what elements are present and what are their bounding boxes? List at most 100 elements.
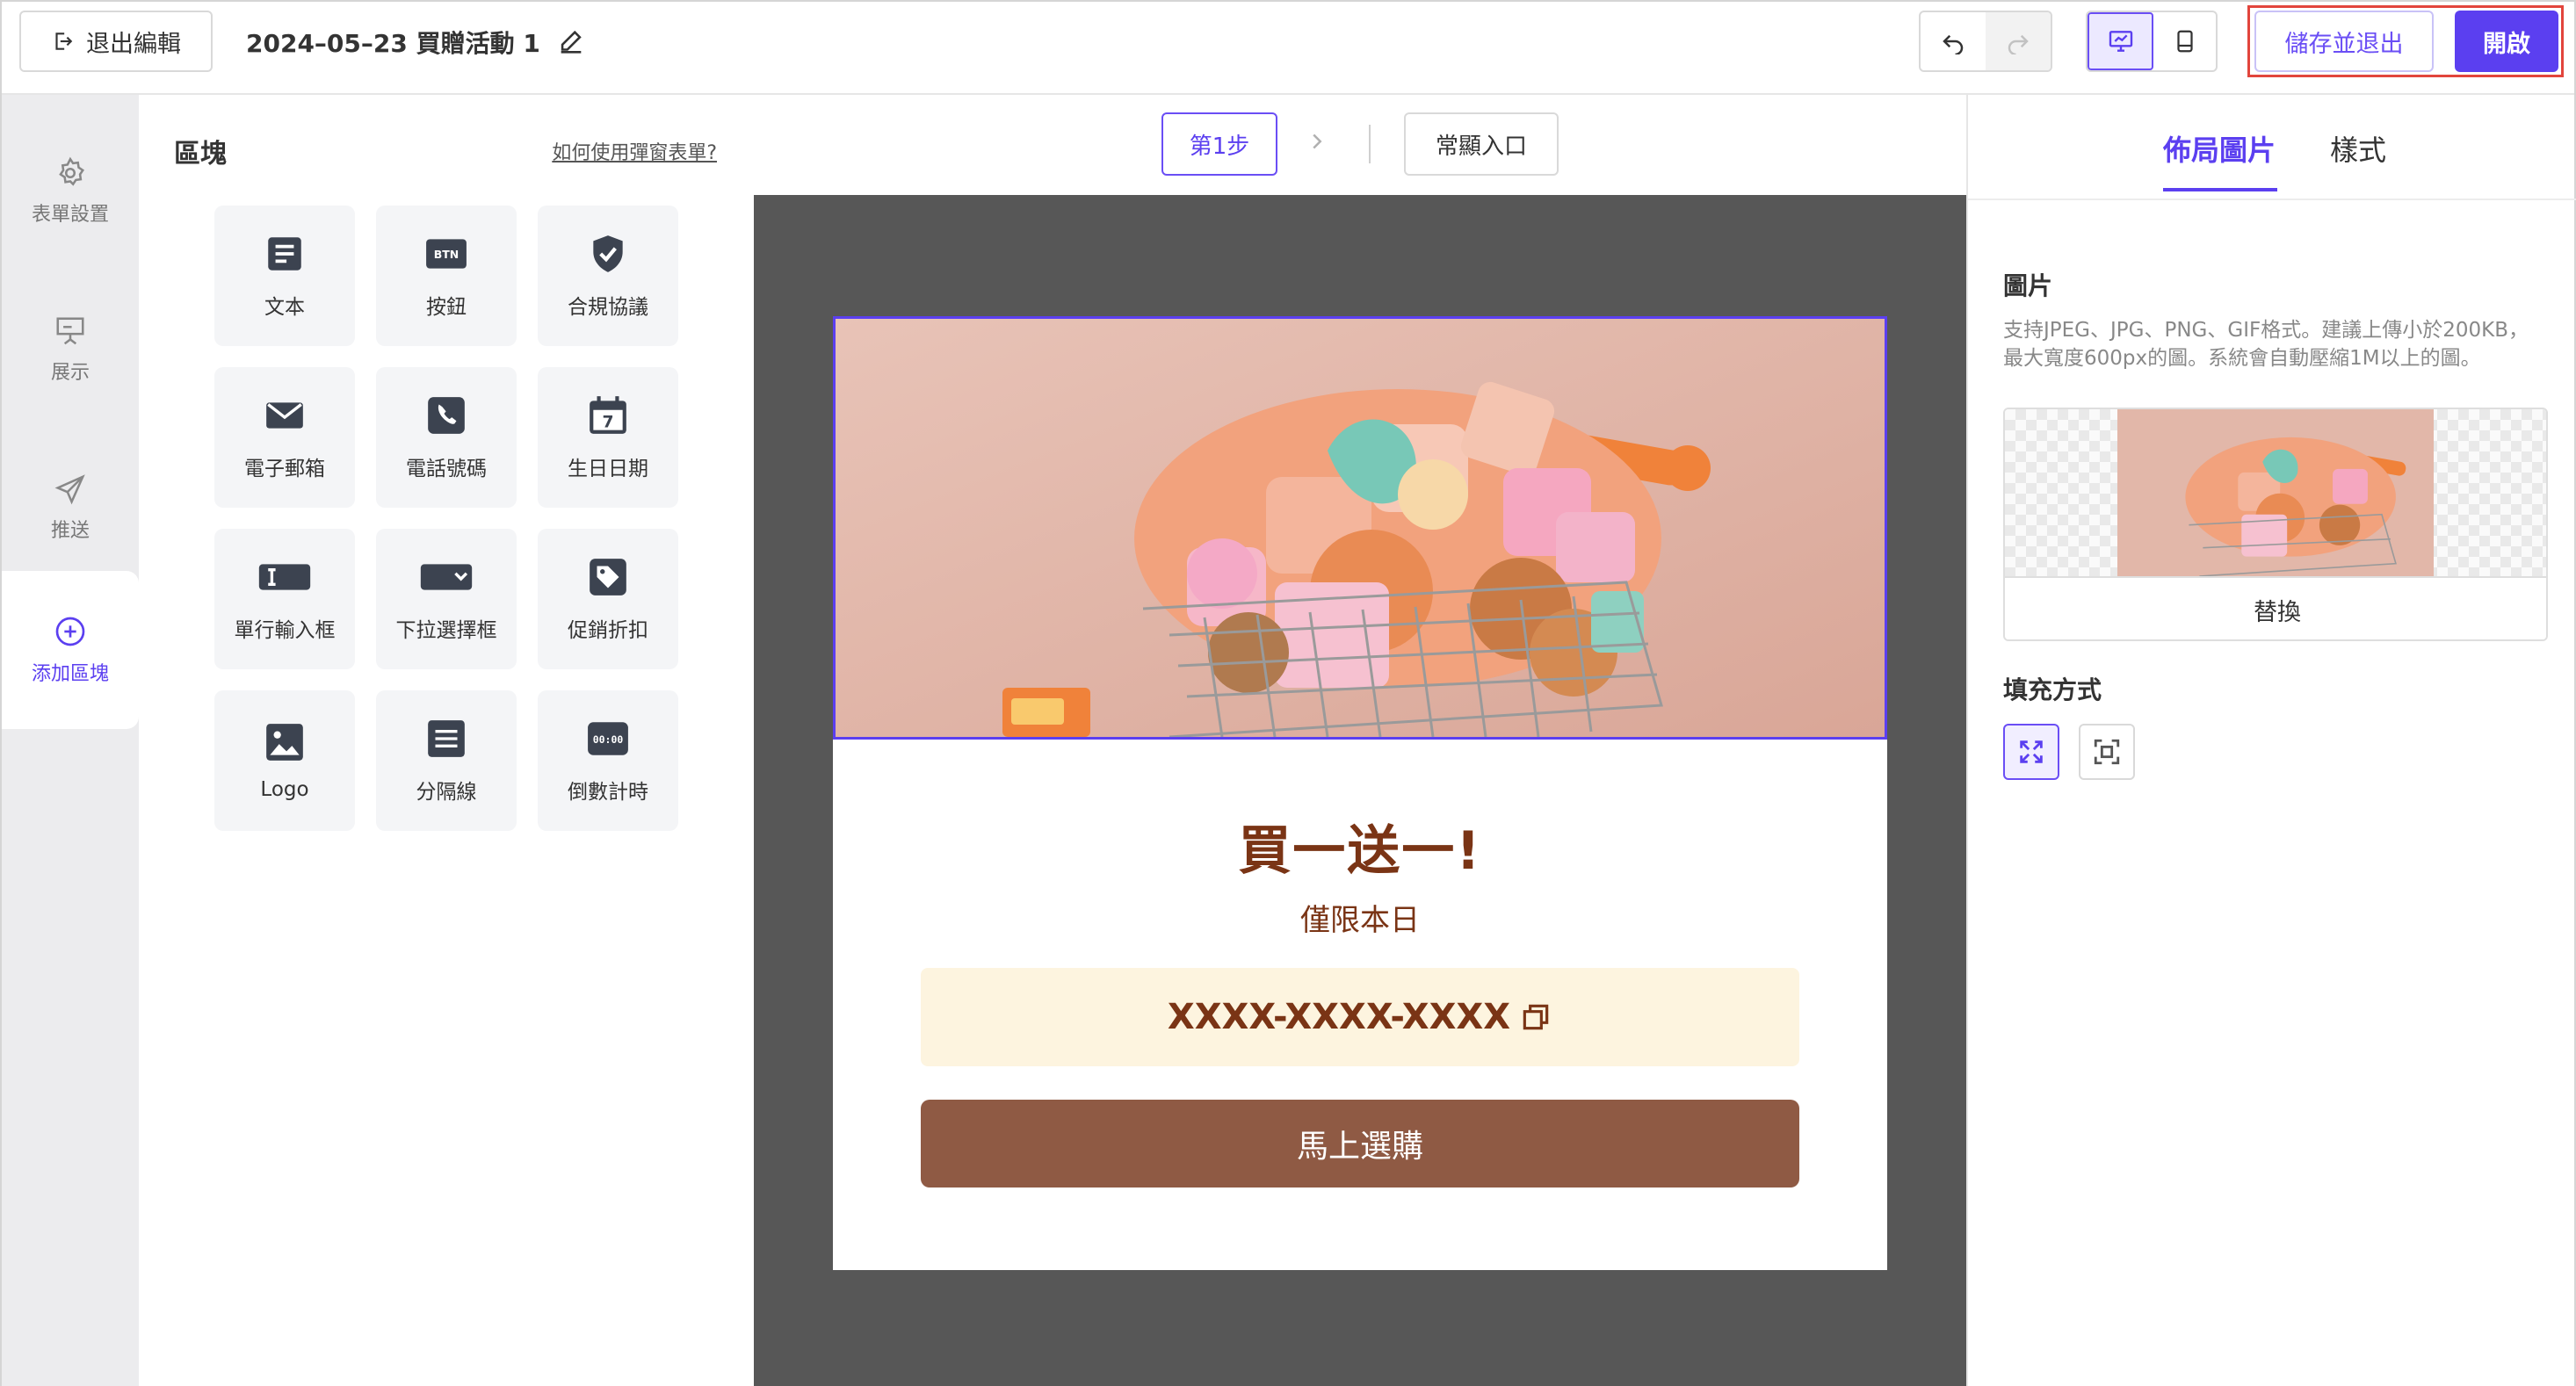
nav-item-label: 展示 xyxy=(50,362,90,384)
plus-circle-icon xyxy=(55,617,85,646)
properties-tabs: 佈局圖片 樣式 xyxy=(1968,95,2576,200)
step-1-button[interactable]: 第1步 xyxy=(1161,112,1277,176)
send-icon xyxy=(54,474,85,505)
fill-cover-button[interactable] xyxy=(2003,724,2059,780)
button-icon-badge: BTN xyxy=(434,248,459,261)
block-tile-compliance[interactable]: 合規協議 xyxy=(538,206,678,346)
countdown-icon: 00:00 xyxy=(588,722,628,755)
edit-pencil-icon[interactable] xyxy=(556,27,586,57)
calendar-icon: 7 xyxy=(590,396,626,434)
panel-title: 區塊 xyxy=(174,139,227,170)
countdown-icon-badge: 00:00 xyxy=(593,733,624,746)
tile-label: 合規協議 xyxy=(568,296,648,319)
tab-layout-image[interactable]: 佈局圖片 xyxy=(2163,128,2276,169)
shop-now-button[interactable]: 馬上選購 xyxy=(921,1100,1799,1187)
exit-edit-button[interactable]: 退出編輯 xyxy=(19,11,213,72)
divider-icon xyxy=(428,720,465,757)
undo-icon xyxy=(1943,34,1964,54)
tile-label: 單行輸入框 xyxy=(234,619,336,642)
step-bar: 第1步 常顯入口 xyxy=(754,95,1966,195)
coupon-code-box[interactable]: XXXX-XXXX-XXXX xyxy=(921,968,1799,1066)
step-divider xyxy=(1369,125,1371,163)
block-tile-logo[interactable]: Logo xyxy=(214,690,355,831)
desktop-view-button[interactable] xyxy=(2088,12,2153,70)
mobile-icon xyxy=(2176,30,2193,53)
mobile-view-button[interactable] xyxy=(2153,12,2216,70)
tile-label: 倒數計時 xyxy=(568,781,648,804)
nav-item-form-settings[interactable]: 表單設置 xyxy=(2,112,139,271)
block-tile-phone[interactable]: 電話號碼 xyxy=(376,367,517,508)
copy-icon[interactable] xyxy=(1519,1000,1552,1034)
fill-mode-label: 填充方式 xyxy=(2003,675,2102,704)
button-icon: BTN xyxy=(426,239,467,269)
image-icon xyxy=(266,724,303,761)
nav-item-push[interactable]: 推送 xyxy=(2,429,139,587)
block-tile-dropdown[interactable]: 下拉選擇框 xyxy=(376,529,517,669)
tile-label: 文本 xyxy=(264,296,305,319)
nav-item-label: 表單設置 xyxy=(31,204,109,226)
nav-item-add-block[interactable]: 添加區塊 xyxy=(2,571,139,729)
persistent-entry-button[interactable]: 常顯入口 xyxy=(1404,112,1559,176)
thumbnail-illustration xyxy=(2117,409,2434,576)
popup-headline[interactable]: 買一送一! xyxy=(833,808,1887,884)
open-button[interactable]: 開啟 xyxy=(2455,11,2558,72)
top-bar: 退出編輯 2024–05–23 買贈活動 1 儲存並退出 開啟 xyxy=(2,2,2574,95)
block-tile-button[interactable]: BTN 按鈕 xyxy=(376,206,517,346)
shopping-cart-illustration xyxy=(836,319,1885,737)
hero-image[interactable] xyxy=(833,316,1887,740)
tag-icon xyxy=(590,559,626,596)
history-controls xyxy=(1919,11,2052,72)
envelope-icon xyxy=(266,402,303,429)
redo-button[interactable] xyxy=(1986,12,2051,70)
block-tile-divider[interactable]: 分隔線 xyxy=(376,690,517,831)
document-title: 2024–05–23 買贈活動 1 xyxy=(246,25,586,60)
undo-button[interactable] xyxy=(1921,12,1986,70)
block-tile-promo[interactable]: 促銷折扣 xyxy=(538,529,678,669)
left-nav: 表單設置 展示 推送 添加區塊 xyxy=(2,95,139,1386)
block-tile-birthday[interactable]: 7 生日日期 xyxy=(538,367,678,508)
properties-panel: 佈局圖片 樣式 圖片 支持JPEG、JPG、PNG、GIF格式。建議上傳小於20… xyxy=(1966,95,2576,1386)
tile-label: 電話號碼 xyxy=(406,458,487,480)
fill-contain-button[interactable] xyxy=(2079,724,2135,780)
gear-icon xyxy=(59,156,85,186)
tile-label: 分隔線 xyxy=(416,781,477,804)
tile-label: 下拉選擇框 xyxy=(395,619,497,642)
popup-subline[interactable]: 僅限本日 xyxy=(833,896,1887,939)
calendar-icon-badge: 7 xyxy=(602,414,613,432)
text-input-icon xyxy=(258,564,311,590)
replace-image-button[interactable]: 替換 xyxy=(2005,576,2546,639)
presentation-icon xyxy=(56,317,84,345)
device-toggle xyxy=(2086,11,2218,72)
image-preview-box: 替換 xyxy=(2003,408,2548,641)
redo-icon xyxy=(2008,34,2029,54)
desktop-icon xyxy=(2109,31,2132,52)
block-tile-email[interactable]: 電子郵箱 xyxy=(214,367,355,508)
dropdown-icon xyxy=(420,564,473,590)
active-tab-indicator xyxy=(2163,188,2277,191)
tile-label: 生日日期 xyxy=(568,458,648,480)
block-tile-countdown[interactable]: 00:00 倒數計時 xyxy=(538,690,678,831)
document-title-text: 2024–05–23 買贈活動 1 xyxy=(246,29,540,58)
popup-preview: 買一送一! 僅限本日 XXXX-XXXX-XXXX 馬上選購 xyxy=(833,316,1887,1270)
image-hint: 支持JPEG、JPG、PNG、GIF格式。建議上傳小於200KB，最大寬度600… xyxy=(2003,319,2529,370)
save-and-exit-button[interactable]: 儲存並退出 xyxy=(2254,11,2434,72)
text-icon xyxy=(268,237,301,271)
block-tile-single-input[interactable]: 單行輸入框 xyxy=(214,529,355,669)
exit-icon xyxy=(55,32,73,50)
shield-check-icon xyxy=(593,235,623,272)
tile-label: 電子郵箱 xyxy=(244,458,325,480)
chevron-right-icon xyxy=(1313,134,1322,149)
image-thumbnail xyxy=(2117,409,2434,576)
nav-item-label: 推送 xyxy=(50,520,90,542)
expand-icon xyxy=(2020,740,2043,763)
image-section-label: 圖片 xyxy=(2003,271,2053,300)
block-tile-text[interactable]: 文本 xyxy=(214,206,355,346)
tile-label: 促銷折扣 xyxy=(568,619,648,642)
nav-item-display[interactable]: 展示 xyxy=(2,271,139,429)
phone-icon xyxy=(428,397,465,434)
help-link[interactable]: 如何使用彈窗表單? xyxy=(552,137,717,165)
tile-label: 按鈕 xyxy=(426,296,467,319)
nav-item-label: 添加區塊 xyxy=(31,663,109,685)
tab-style[interactable]: 樣式 xyxy=(2330,128,2386,169)
block-panel: 區塊 如何使用彈窗表單? 文本 BTN 按鈕 合規協議 電子郵箱 電話號碼 7 … xyxy=(139,95,754,1386)
